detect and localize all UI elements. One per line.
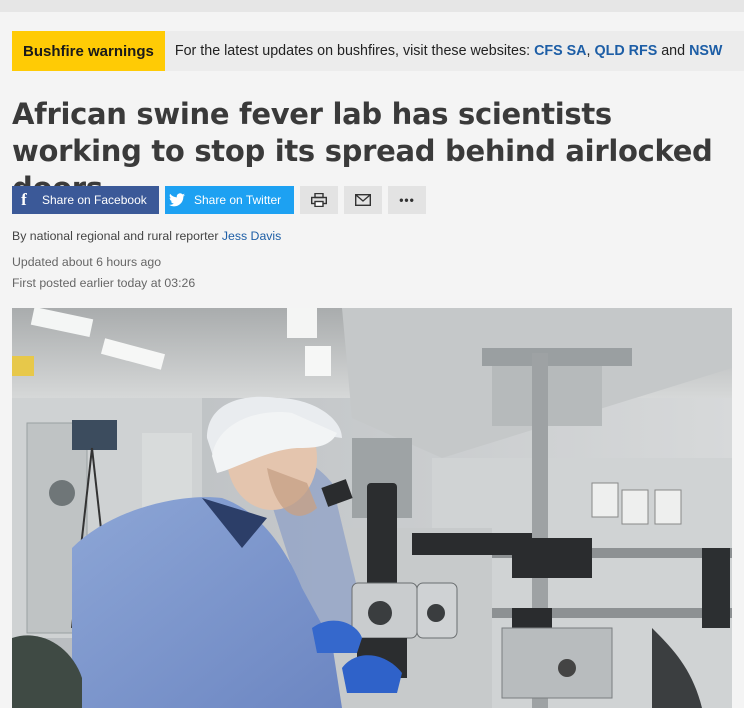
facebook-icon: f (21, 190, 27, 209)
banner-and: and (661, 43, 686, 59)
twitter-icon (165, 193, 189, 207)
bushfire-warnings-label: Bushfire warnings (12, 31, 165, 71)
more-button[interactable]: ••• (388, 186, 426, 214)
print-button[interactable] (300, 186, 338, 214)
print-icon (311, 193, 327, 207)
article-photo (12, 308, 732, 708)
share-facebook-button[interactable]: f Share on Facebook (12, 186, 159, 214)
author-link[interactable]: Jess Davis (222, 229, 281, 243)
share-twitter-button[interactable]: Share on Twitter (165, 186, 294, 214)
share-facebook-label: Share on Facebook (42, 193, 147, 207)
share-twitter-label: Share on Twitter (194, 193, 282, 207)
banner-separator: , (586, 43, 591, 59)
byline-prefix: By national regional and rural reporter (12, 229, 219, 243)
byline: By national regional and rural reporter … (12, 229, 281, 243)
lab-scientist-photo (12, 308, 732, 708)
link-qld-rfs[interactable]: QLD RFS (594, 43, 657, 59)
bushfire-banner: Bushfire warnings For the latest updates… (12, 31, 744, 71)
more-icon: ••• (399, 193, 415, 207)
link-cfs-sa[interactable]: CFS SA (534, 43, 586, 59)
email-button[interactable] (344, 186, 382, 214)
banner-message: For the latest updates on bushfires, vis… (165, 43, 723, 59)
posted-time: First posted earlier today at 03:26 (12, 276, 196, 290)
top-strip (0, 0, 744, 12)
link-nsw[interactable]: NSW (689, 43, 722, 59)
banner-text: For the latest updates on bushfires, vis… (174, 43, 531, 59)
updated-time: Updated about 6 hours ago (12, 255, 162, 269)
mail-icon (355, 194, 371, 206)
